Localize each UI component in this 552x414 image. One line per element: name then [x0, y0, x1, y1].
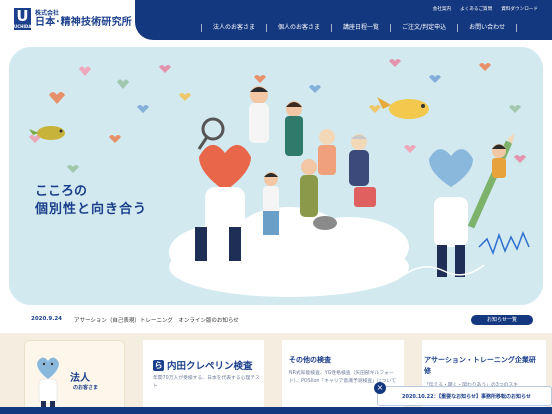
- news-bar: 2020.9.24 アサーション（自己表現）トレーニング オンライン版のお知らせ…: [0, 312, 552, 330]
- uchida-logo: ら 内田クレペリン検査: [153, 358, 253, 372]
- logo-company-name: 日本･精神技術研究所: [35, 16, 132, 28]
- logo-company-type: 株式会社: [35, 9, 60, 17]
- hero-section: こころの 個別性と向き合う: [0, 40, 552, 312]
- nav-order[interactable]: ご注文/判定申込: [391, 24, 459, 32]
- card-corporate-title: 法人: [70, 373, 90, 384]
- news-list-button[interactable]: お知らせ一覧: [471, 315, 533, 325]
- logo-mark: U UCHIDA: [14, 7, 32, 30]
- training-title: アサーション・トレーニング企業研修: [424, 356, 536, 375]
- hero-illustration: [9, 47, 543, 305]
- util-link-company[interactable]: 会社案内: [433, 6, 451, 12]
- hero-banner: こころの 個別性と向き合う: [9, 47, 543, 305]
- news-date: 2020.9.24: [31, 316, 62, 322]
- nav-individual[interactable]: 個人のお客さま: [267, 24, 333, 32]
- nav-corporate[interactable]: 法人のお客さま: [201, 24, 268, 32]
- other-tests-title: その他の検査: [289, 356, 331, 364]
- util-link-download[interactable]: 資料ダウンロード: [501, 6, 538, 12]
- utility-links: 会社案内 よくあるご質問 資料ダウンロード: [433, 6, 538, 12]
- logo-text: 株式会社 日本･精神技術研究所: [35, 10, 132, 29]
- global-nav: 法人のお客さま 個人のお客さま 講座日程一覧 ご注文/判定申込 お問い合わせ: [201, 24, 518, 32]
- notice-text[interactable]: 2020.10.22：【重要なお知らせ】事務所移転のお知らせ: [402, 393, 531, 400]
- important-notice-popup[interactable]: × 2020.10.22：【重要なお知らせ】事務所移転のお知らせ: [374, 382, 552, 406]
- uchida-logo-mark: ら: [153, 359, 164, 371]
- nav-schedule[interactable]: 講座日程一覧: [332, 24, 392, 32]
- close-icon[interactable]: ×: [374, 382, 386, 394]
- main-navbar: 会社案内 よくあるご質問 資料ダウンロード 法人のお客さま 個人のお客さま 講座…: [135, 0, 552, 40]
- news-headline[interactable]: アサーション（自己表現）トレーニング オンライン版のお知らせ: [74, 316, 239, 324]
- uchida-description: 年間70万人が受検する、日本を代表する心理テスト: [153, 376, 260, 389]
- nav-contact[interactable]: お問い合わせ: [458, 24, 518, 32]
- card-corporate[interactable]: 法人 のお客さま: [24, 340, 125, 414]
- card-corporate-subtitle: のお客さま: [73, 385, 99, 391]
- card-uchida-kraepelin[interactable]: ら 内田クレペリン検査 年間70万人が受検する、日本を代表する心理テスト: [143, 340, 264, 414]
- heart-doctor-icon: [37, 357, 59, 411]
- uchida-logo-name: 内田クレペリン検査: [167, 361, 253, 372]
- util-link-faq[interactable]: よくあるご質問: [460, 6, 492, 12]
- girl-figure: [492, 144, 506, 178]
- site-header: U UCHIDA 株式会社 日本･精神技術研究所 会社案内 よくあるご質問 資料…: [0, 0, 552, 40]
- tagline-line1: こころの: [35, 184, 88, 199]
- bottom-strip: [0, 407, 552, 414]
- site-logo[interactable]: U UCHIDA 株式会社 日本･精神技術研究所: [14, 8, 132, 30]
- hero-tagline: こころの 個別性と向き合う: [35, 183, 147, 219]
- tagline-line2: 個別性と向き合う: [35, 202, 148, 217]
